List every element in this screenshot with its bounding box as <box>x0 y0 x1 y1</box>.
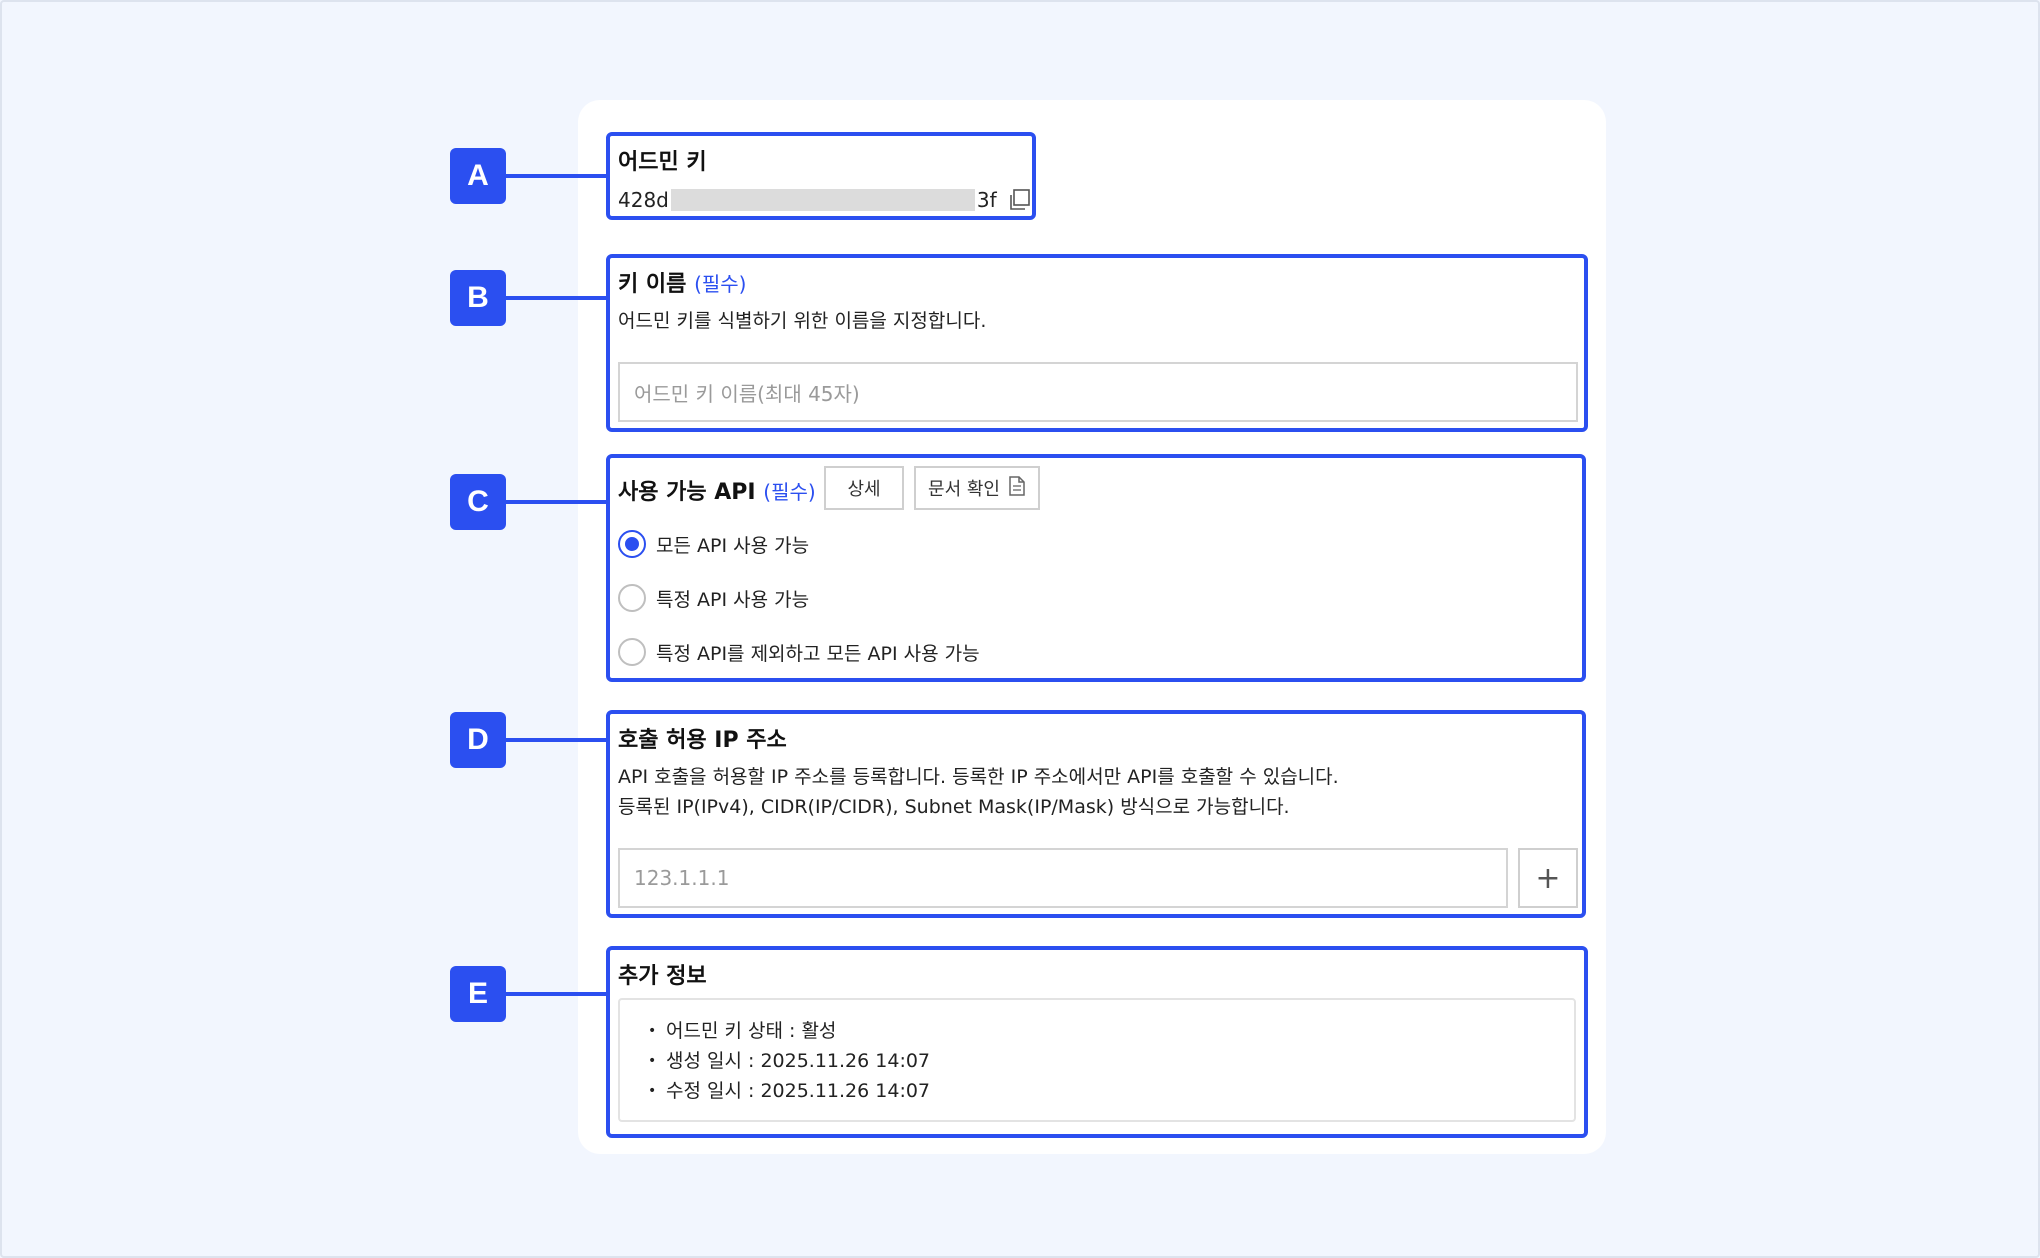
radio-exclude[interactable] <box>618 638 646 666</box>
marker-c: C <box>450 474 506 530</box>
radio-exclude-label: 특정 API를 제외하고 모든 API 사용 가능 <box>656 642 980 665</box>
required-badge: (필수) <box>763 480 816 504</box>
docs-button[interactable]: 문서 확인 <box>914 466 1040 510</box>
connector-d <box>506 738 606 742</box>
admin-key-title: 어드민 키 <box>618 150 707 175</box>
marker-d: D <box>450 712 506 768</box>
extra-info-list: 어드민 키 상태 : 활성 생성 일시 : 2025.11.26 14:07 수… <box>618 998 1576 1122</box>
ip-description-1: API 호출을 허용할 IP 주소를 등록합니다. 등록한 IP 주소에서만 A… <box>618 766 1339 788</box>
list-item: 어드민 키 상태 : 활성 <box>648 1016 1546 1046</box>
ip-input[interactable]: 123.1.1.1 <box>618 848 1508 908</box>
document-icon <box>1008 475 1026 501</box>
marker-e: E <box>450 966 506 1022</box>
required-badge: (필수) <box>694 272 747 296</box>
connector-a <box>506 174 606 178</box>
connector-c <box>506 500 606 504</box>
radio-all[interactable] <box>618 530 646 558</box>
api-title: 사용 가능 API (필수) <box>618 474 816 506</box>
radio-option-exclude[interactable]: 특정 API를 제외하고 모든 API 사용 가능 <box>618 638 980 666</box>
docs-button-label: 문서 확인 <box>928 479 1000 500</box>
list-item: 생성 일시 : 2025.11.26 14:07 <box>648 1046 1546 1076</box>
admin-key-mask <box>670 189 975 211</box>
list-item: 수정 일시 : 2025.11.26 14:07 <box>648 1076 1546 1106</box>
extra-info-title: 추가 정보 <box>618 964 707 989</box>
add-ip-button[interactable]: + <box>1518 848 1578 908</box>
connector-b <box>506 296 606 300</box>
extra-info-section: 추가 정보 어드민 키 상태 : 활성 생성 일시 : 2025.11.26 1… <box>606 946 1588 1138</box>
key-name-input[interactable]: 어드민 키 이름(최대 45자) <box>618 362 1578 422</box>
ip-section: 호출 허용 IP 주소 API 호출을 허용할 IP 주소를 등록합니다. 등록… <box>606 710 1586 918</box>
admin-key-suffix: 3f <box>976 188 997 212</box>
radio-specific[interactable] <box>618 584 646 612</box>
admin-key-section: 어드민 키 428d 3f <box>606 132 1036 220</box>
copy-icon[interactable] <box>1007 188 1031 212</box>
admin-key-value: 428d 3f <box>618 188 1031 212</box>
api-section: 사용 가능 API (필수) 상세 문서 확인 모든 API 사용 가능 특정 … <box>606 454 1586 682</box>
detail-button[interactable]: 상세 <box>824 466 904 510</box>
ip-description-2: 등록된 IP(IPv4), CIDR(IP/CIDR), Subnet Mask… <box>618 796 1290 818</box>
key-name-section: 키 이름 (필수) 어드민 키를 식별하기 위한 이름을 지정합니다. 어드민 … <box>606 254 1588 432</box>
marker-b: B <box>450 270 506 326</box>
radio-option-specific[interactable]: 특정 API 사용 가능 <box>618 584 809 612</box>
radio-specific-label: 특정 API 사용 가능 <box>656 588 810 611</box>
radio-all-label: 모든 API 사용 가능 <box>656 534 810 557</box>
api-label: 사용 가능 API <box>618 480 756 505</box>
connector-e <box>506 992 606 996</box>
ip-title: 호출 허용 IP 주소 <box>618 728 787 753</box>
key-name-title: 키 이름 (필수) <box>618 266 746 298</box>
key-name-description: 어드민 키를 식별하기 위한 이름을 지정합니다. <box>618 310 987 332</box>
radio-option-all[interactable]: 모든 API 사용 가능 <box>618 530 809 558</box>
admin-key-prefix: 428d <box>618 188 669 212</box>
marker-a: A <box>450 148 506 204</box>
key-name-label: 키 이름 <box>618 272 687 297</box>
